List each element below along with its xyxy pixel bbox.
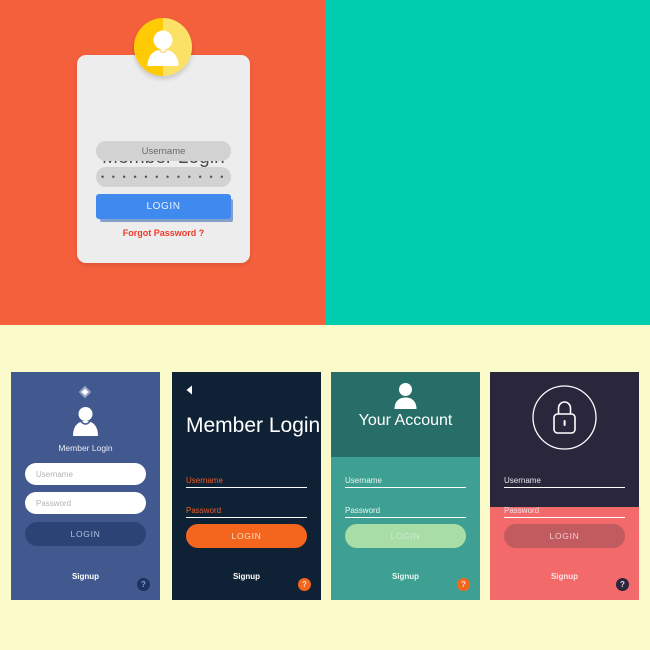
password-masked-value: • • • • • • • • • • • • bbox=[100, 172, 227, 182]
top-section: Member Login Username • • • • • • • • • … bbox=[0, 0, 650, 325]
login-button[interactable]: LOGIN bbox=[345, 524, 466, 548]
login-button[interactable]: LOGIN bbox=[96, 194, 231, 219]
help-icon[interactable]: ? bbox=[457, 578, 470, 591]
username-input[interactable]: Username bbox=[96, 141, 231, 161]
help-icon[interactable]: ? bbox=[298, 578, 311, 591]
password-input[interactable]: Password bbox=[504, 498, 625, 518]
password-input[interactable]: • • • • • • • • • • • • bbox=[96, 167, 231, 187]
open-padlock-icon bbox=[532, 385, 597, 450]
member-login-scene: Member Login Username • • • • • • • • • … bbox=[0, 0, 325, 325]
avatar-silhouette-icon bbox=[147, 30, 179, 66]
username-input[interactable]: Username bbox=[186, 468, 307, 488]
forgot-password-link[interactable]: Forgot Password ? bbox=[77, 228, 250, 238]
username-input[interactable]: Username bbox=[504, 468, 625, 488]
register-scene: Register Username Password Comfirm Passw… bbox=[325, 0, 650, 325]
chevron-left-icon[interactable] bbox=[184, 384, 196, 396]
password-input[interactable]: Password bbox=[186, 498, 307, 518]
username-input[interactable]: Username bbox=[25, 463, 146, 485]
page-title: Member Login bbox=[186, 414, 321, 437]
login-button[interactable]: LOGIN bbox=[504, 524, 625, 548]
help-icon[interactable]: ? bbox=[137, 578, 150, 591]
page-title: Member Login bbox=[58, 443, 113, 453]
panel-navy-member-login: Member Login Username Password LOGIN Sig… bbox=[11, 372, 160, 600]
diamond-icon bbox=[78, 385, 92, 399]
panel-teal-your-account: Your Account Username Password LOGIN Sig… bbox=[331, 372, 480, 600]
ui-kit-canvas: Member Login Username • • • • • • • • • … bbox=[0, 0, 650, 650]
user-avatar-icon bbox=[134, 18, 192, 76]
password-input[interactable]: Password bbox=[345, 498, 466, 518]
panel-coral-lock: Username Password LOGIN Signup ? bbox=[490, 372, 639, 600]
login-button[interactable]: LOGIN bbox=[25, 522, 146, 546]
panel-dark-member-login: Member Login Username Password LOGIN Sig… bbox=[172, 372, 321, 600]
person-icon bbox=[394, 383, 417, 409]
help-icon[interactable]: ? bbox=[616, 578, 629, 591]
password-input[interactable]: Password bbox=[25, 492, 146, 514]
login-card: Member Login Username • • • • • • • • • … bbox=[77, 55, 250, 263]
page-title: Your Account bbox=[358, 412, 453, 429]
username-input[interactable]: Username bbox=[345, 468, 466, 488]
mobile-screens-section: Member Login Username Password LOGIN Sig… bbox=[0, 325, 650, 650]
login-button[interactable]: LOGIN bbox=[186, 524, 307, 548]
user-avatar-icon bbox=[73, 407, 98, 436]
